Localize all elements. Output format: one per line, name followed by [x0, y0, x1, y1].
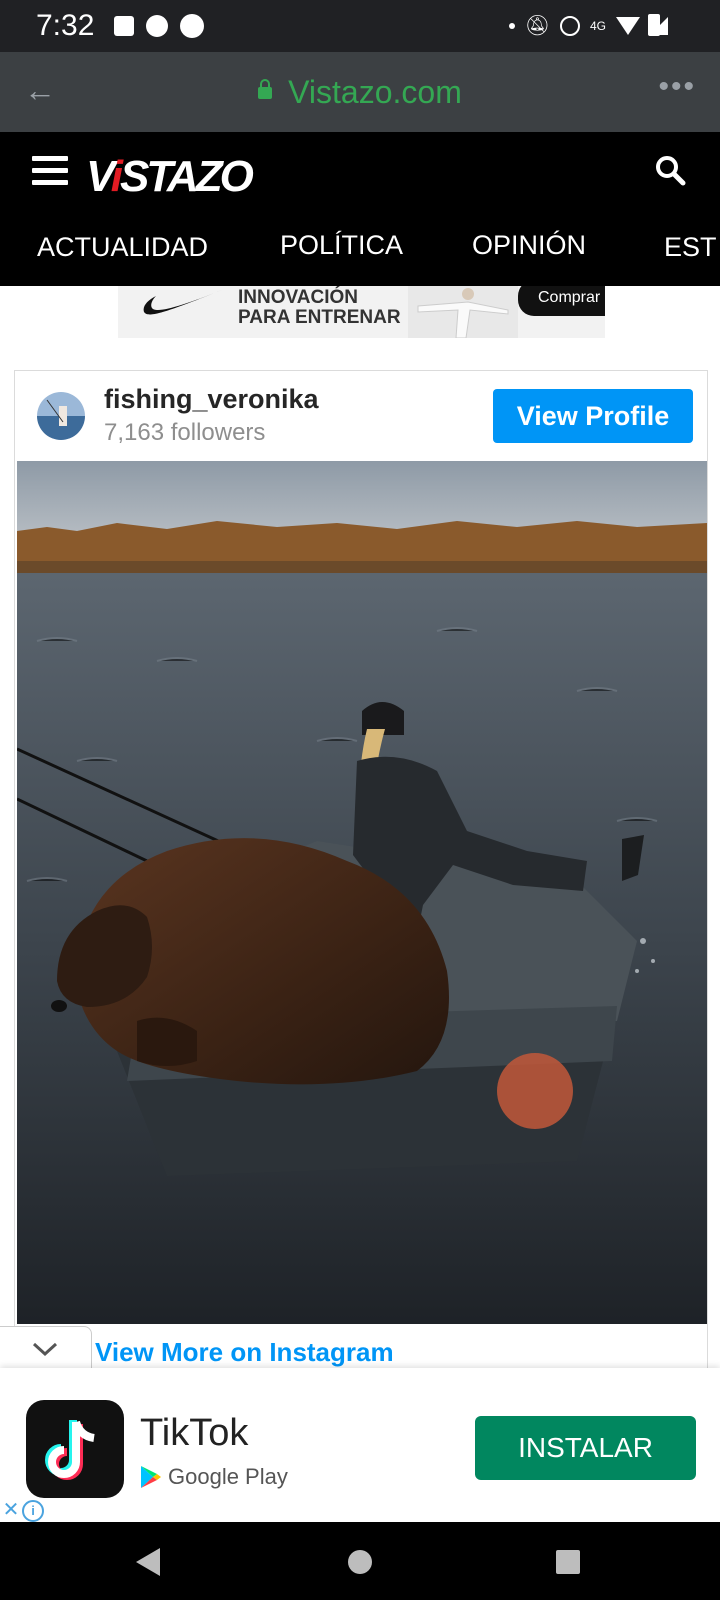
browser-url-bar: ← Vistazo.com •••: [0, 52, 720, 132]
install-button[interactable]: INSTALAR: [475, 1416, 696, 1480]
google-play-icon: [141, 1466, 161, 1488]
site-logo[interactable]: ViSTAZO: [86, 152, 254, 202]
nav-home-icon[interactable]: [348, 1550, 372, 1574]
mute-icon: 🔕︎: [524, 15, 550, 37]
instagram-embed: fishing_veronika 7,163 followers View Pr…: [14, 370, 708, 1370]
url-host-text: Vistazo.com: [288, 74, 462, 110]
view-more-link[interactable]: View More on Instagram: [95, 1337, 394, 1368]
lock-icon: [258, 79, 273, 99]
app-notification-icon: [146, 15, 168, 37]
swoosh-logo-icon: [143, 290, 222, 315]
collapse-ad-button[interactable]: [0, 1326, 92, 1374]
search-icon[interactable]: [654, 154, 686, 186]
view-profile-button[interactable]: View Profile: [493, 389, 693, 443]
status-time: 7:32: [36, 9, 95, 42]
info-icon[interactable]: i: [22, 1500, 44, 1522]
tab-opinion[interactable]: OPINIÓN: [472, 230, 586, 261]
network-type-label: 4G: [589, 18, 606, 33]
nav-back-icon[interactable]: [136, 1548, 160, 1576]
chevron-down-icon: [32, 1342, 58, 1357]
dot-notification-icon: [180, 14, 204, 38]
dnd-icon: [559, 15, 580, 36]
more-icon[interactable]: •••: [658, 70, 696, 104]
avatar[interactable]: [37, 392, 85, 440]
dot-icon: [508, 22, 515, 29]
hamburger-icon[interactable]: [32, 156, 68, 186]
wifi-icon: [616, 16, 640, 35]
store-row: Google Play: [140, 1464, 288, 1490]
url-host[interactable]: Vistazo.com: [0, 74, 720, 111]
follower-count: 7,163 followers: [104, 419, 266, 446]
store-label: Google Play: [168, 1464, 288, 1489]
nav-recents-icon[interactable]: [556, 1550, 580, 1574]
section-nav: ACTUALIDAD POLÍTICA OPINIÓN EST: [0, 224, 720, 284]
battery-icon: [648, 14, 660, 36]
instagram-post-image[interactable]: [17, 461, 707, 1324]
close-icon[interactable]: ✕: [0, 1500, 22, 1522]
instagram-username[interactable]: fishing_veronika: [104, 384, 319, 415]
system-navigation-bar: [0, 1522, 720, 1600]
ad-choices[interactable]: ✕ i: [0, 1500, 48, 1522]
app-name: TikTok: [140, 1412, 249, 1454]
banner-ad-cta[interactable]: Comprar: [518, 286, 605, 316]
athlete-figure-image: [408, 286, 518, 338]
banner-ad[interactable]: INNOVACIÓN PARA ENTRENAR Comprar: [118, 286, 605, 338]
app-install-ad[interactable]: TikTok Google Play INSTALAR: [0, 1368, 720, 1522]
tab-politica[interactable]: POLÍTICA: [280, 230, 403, 261]
banner-ad-text: INNOVACIÓN PARA ENTRENAR: [238, 287, 401, 328]
tiktok-icon[interactable]: [26, 1400, 124, 1498]
status-bar: 7:32 🔕︎ 4G: [0, 0, 720, 52]
system-icons: 🔕︎ 4G: [508, 13, 668, 38]
tab-est[interactable]: EST: [664, 232, 717, 263]
site-header: ViSTAZO ACTUALIDAD POLÍTICA OPINIÓN EST: [0, 132, 720, 286]
notification-icons: [114, 14, 204, 38]
image-notification-icon: [114, 16, 134, 36]
tab-actualidad[interactable]: ACTUALIDAD: [37, 232, 208, 263]
